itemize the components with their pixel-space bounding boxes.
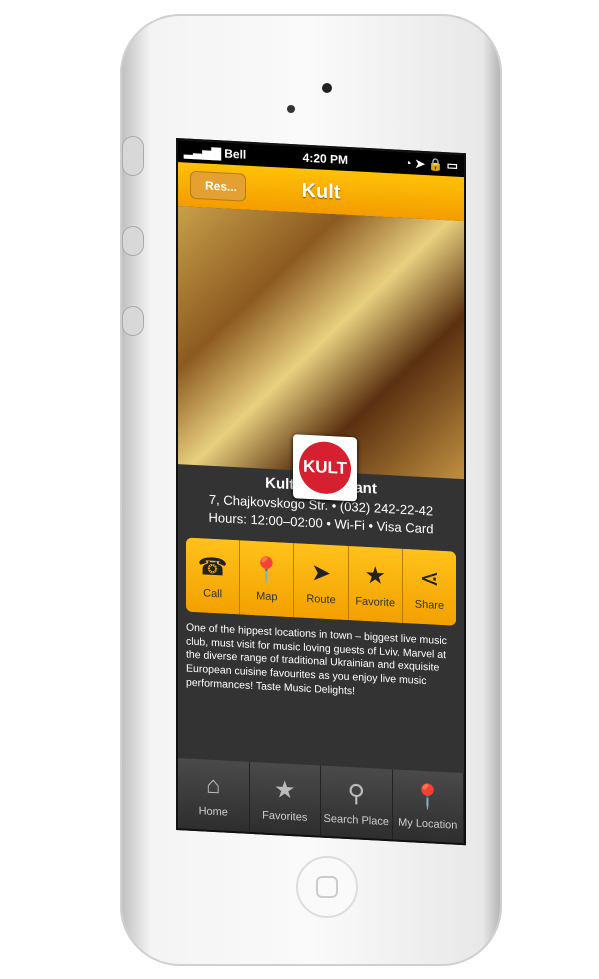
action-label: Favorite: [355, 594, 396, 609]
carrier: ▂▃▅▇ Bell: [184, 144, 247, 162]
tab-search-place[interactable]: ⚲ Search Place: [321, 765, 393, 840]
map-pin-icon: 📍: [251, 555, 282, 585]
home-button[interactable]: [296, 856, 358, 918]
venue-description: One of the hippest locations in town – b…: [186, 621, 447, 697]
mute-switch: [122, 136, 144, 176]
volume-down-button: [122, 306, 144, 336]
sensor: [287, 105, 295, 113]
screen: ▂▃▅▇ Bell 4:20 PM ◔ ➤ 🔒 ▭ Res... Kult KU…: [176, 138, 466, 846]
map-button[interactable]: 📍 Map: [240, 540, 295, 618]
action-label: Route: [306, 592, 336, 606]
share-button[interactable]: ⋖ Share: [402, 548, 456, 626]
tab-bar: ⌂ Home ★ Favorites ⚲ Search Place 📍 My Locat…: [178, 758, 464, 844]
location-pin-icon: 📍: [412, 782, 443, 812]
status-icons: ◔ ➤ 🔒 ▭: [404, 155, 458, 173]
home-icon: ⌂: [206, 771, 221, 800]
action-label: Map: [256, 589, 278, 603]
star-icon: ★: [273, 775, 296, 804]
route-button[interactable]: ➤ Route: [294, 543, 349, 621]
logo-mark: KULT: [299, 440, 351, 496]
venue-photo: KULT: [178, 206, 464, 502]
call-button[interactable]: ☎ Call: [186, 537, 241, 615]
venue-logo: KULT: [293, 434, 357, 502]
star-icon: ★: [364, 561, 386, 590]
tab-home[interactable]: ⌂ Home: [178, 758, 250, 832]
clock: 4:20 PM: [302, 150, 349, 168]
front-camera: [322, 83, 332, 93]
tab-label: My Location: [398, 816, 458, 832]
page-title: Kult: [301, 179, 341, 204]
navigation-arrow-icon: ➤: [310, 558, 332, 587]
tab-label: Home: [198, 805, 228, 819]
search-icon: ⚲: [347, 779, 366, 808]
share-icon: ⋖: [419, 564, 440, 593]
tab-label: Favorites: [262, 809, 308, 824]
tab-label: Search Place: [323, 812, 389, 828]
favorite-button[interactable]: ★ Favorite: [348, 546, 403, 623]
action-bar: ☎ Call 📍 Map ➤ Route ★ Favorite ⋖ Share: [186, 537, 456, 626]
tab-favorites[interactable]: ★ Favorites: [249, 761, 321, 836]
volume-up-button: [122, 226, 144, 256]
phone-icon: ☎: [197, 552, 228, 582]
tab-my-location[interactable]: 📍 My Location: [392, 769, 464, 844]
action-label: Call: [203, 586, 223, 600]
action-label: Share: [414, 598, 445, 612]
back-button[interactable]: Res...: [190, 170, 247, 202]
